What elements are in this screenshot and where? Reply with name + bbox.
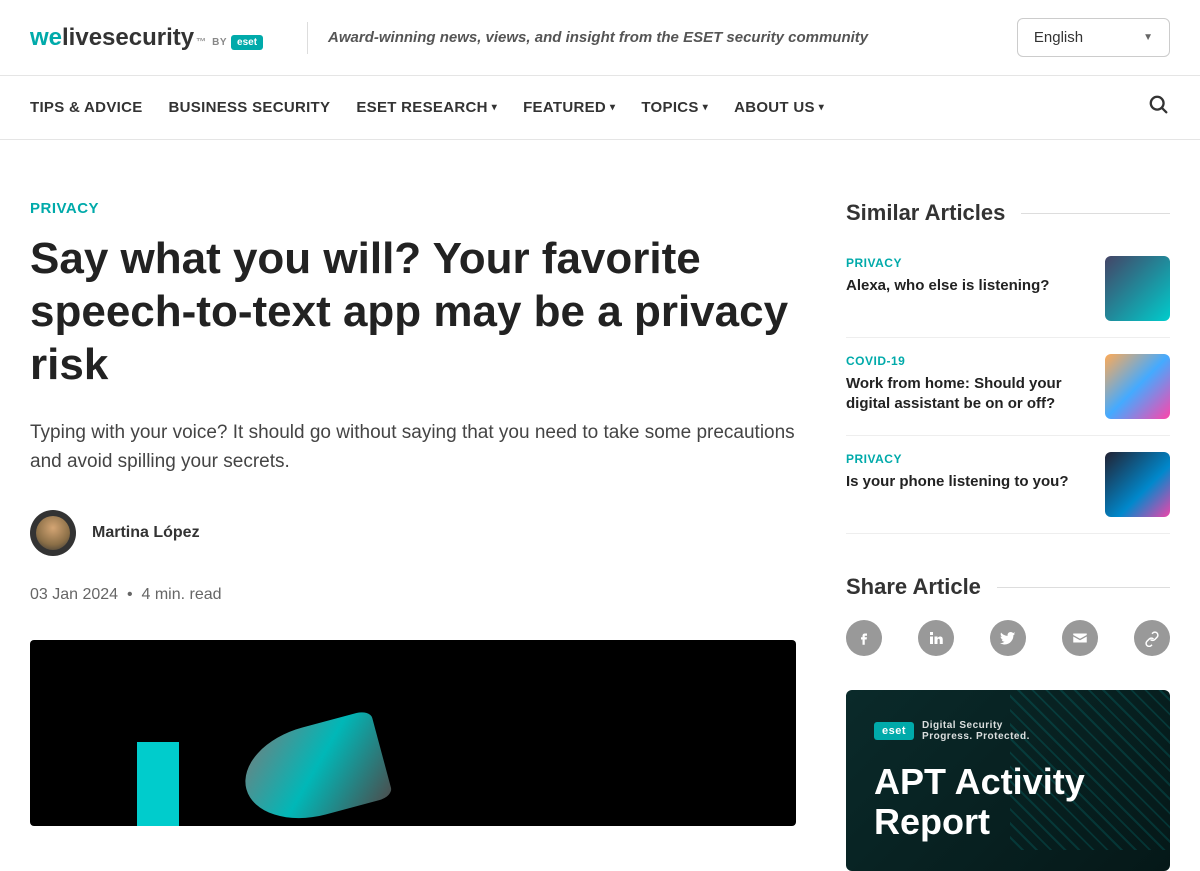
share-link-button[interactable] [1134, 620, 1170, 656]
similar-title: Is your phone listening to you? [846, 472, 1091, 492]
promo-card[interactable]: eset Digital Security Progress. Protecte… [846, 690, 1170, 871]
promo-brand-line2: Progress. Protected. [922, 731, 1030, 742]
chevron-down-icon: ▾ [819, 102, 824, 113]
header-divider [307, 22, 308, 54]
tagline: Award-winning news, views, and insight f… [328, 29, 1017, 46]
similar-title: Work from home: Should your digital assi… [846, 374, 1091, 415]
article-main: PRIVACY Say what you will? Your favorite… [30, 200, 796, 871]
nav-topics[interactable]: TOPICS ▾ [641, 99, 708, 116]
read-time: 4 min. read [141, 586, 221, 603]
twitter-icon [999, 629, 1017, 647]
similar-thumbnail [1105, 256, 1170, 321]
nav-item-label: ESET RESEARCH [356, 99, 487, 116]
similar-title: Alexa, who else is listening? [846, 276, 1091, 296]
linkedin-icon [927, 629, 945, 647]
chevron-down-icon: ▾ [492, 102, 497, 113]
article-subtitle: Typing with your voice? It should go wit… [30, 419, 796, 476]
logo-text-we: we [30, 24, 62, 52]
share-article-heading: Share Article [846, 574, 1170, 600]
promo-brand-line1: Digital Security [922, 720, 1030, 731]
promo-brand: eset Digital Security Progress. Protecte… [874, 720, 1142, 742]
promo-eset-badge: eset [874, 722, 914, 740]
logo-text-live: live [62, 24, 102, 52]
language-label: English [1034, 29, 1083, 46]
facebook-icon [855, 629, 873, 647]
language-selector[interactable]: English ▼ [1017, 18, 1170, 57]
nav-tips-advice[interactable]: TIPS & ADVICE [30, 99, 143, 116]
share-email-button[interactable] [1062, 620, 1098, 656]
hero-image [30, 640, 796, 826]
similar-category: COVID-19 [846, 354, 1091, 368]
similar-thumbnail [1105, 354, 1170, 419]
chevron-down-icon: ▾ [703, 102, 708, 113]
nav-item-label: FEATURED [523, 99, 606, 116]
chevron-down-icon: ▾ [610, 102, 615, 113]
nav-item-label: TIPS & ADVICE [30, 99, 143, 116]
logo-by: BY [212, 37, 227, 48]
promo-title: APT Activity Report [874, 762, 1142, 841]
sidebar: Similar Articles PRIVACY Alexa, who else… [846, 200, 1170, 871]
logo-text-security: security [102, 24, 194, 52]
nav-about-us[interactable]: ABOUT US ▾ [734, 99, 824, 116]
similar-article-item[interactable]: PRIVACY Alexa, who else is listening? [846, 238, 1170, 338]
search-icon[interactable] [1148, 94, 1170, 121]
similar-articles-heading: Similar Articles [846, 200, 1170, 226]
similar-article-item[interactable]: COVID-19 Work from home: Should your dig… [846, 338, 1170, 436]
share-linkedin-button[interactable] [918, 620, 954, 656]
share-facebook-button[interactable] [846, 620, 882, 656]
link-icon [1143, 629, 1161, 647]
nav-item-label: BUSINESS SECURITY [169, 99, 331, 116]
share-twitter-button[interactable] [990, 620, 1026, 656]
meta-separator: • [127, 586, 133, 603]
share-buttons [846, 620, 1170, 656]
similar-category: PRIVACY [846, 256, 1091, 270]
logo-eset-badge: eset [231, 35, 263, 50]
similar-articles-list: PRIVACY Alexa, who else is listening? CO… [846, 238, 1170, 534]
top-header: welivesecurity ™ BY eset Award-winning n… [0, 0, 1200, 76]
similar-thumbnail [1105, 452, 1170, 517]
author-row: Martina López [30, 510, 796, 556]
author-name[interactable]: Martina López [92, 524, 200, 542]
chevron-down-icon: ▼ [1143, 32, 1153, 43]
article-title: Say what you will? Your favorite speech-… [30, 233, 796, 391]
main-nav: TIPS & ADVICE BUSINESS SECURITY ESET RES… [0, 76, 1200, 140]
nav-item-label: ABOUT US [734, 99, 815, 116]
site-logo[interactable]: welivesecurity ™ BY eset [30, 24, 263, 52]
similar-article-item[interactable]: PRIVACY Is your phone listening to you? [846, 436, 1170, 534]
article-meta: 03 Jan 2024 • 4 min. read [30, 586, 796, 604]
nav-item-label: TOPICS [641, 99, 698, 116]
author-avatar[interactable] [30, 510, 76, 556]
publish-date: 03 Jan 2024 [30, 586, 118, 603]
email-icon [1071, 629, 1089, 647]
similar-category: PRIVACY [846, 452, 1091, 466]
nav-business-security[interactable]: BUSINESS SECURITY [169, 99, 331, 116]
nav-featured[interactable]: FEATURED ▾ [523, 99, 615, 116]
article-category[interactable]: PRIVACY [30, 200, 796, 217]
nav-eset-research[interactable]: ESET RESEARCH ▾ [356, 99, 497, 116]
